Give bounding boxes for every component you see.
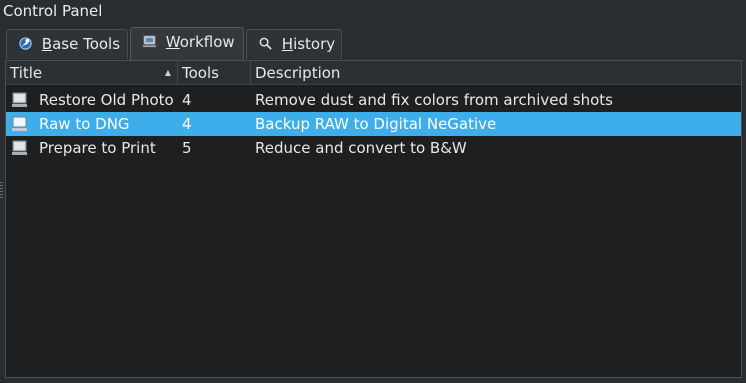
tab-history-label: History bbox=[281, 35, 336, 53]
workflow-icon bbox=[12, 116, 27, 131]
table-row[interactable]: Raw to DNG 4 Backup RAW to Digital NeGat… bbox=[6, 112, 741, 136]
column-header-title-label: Title bbox=[10, 64, 43, 82]
row-description: Backup RAW to Digital NeGative bbox=[255, 115, 497, 133]
row-description: Remove dust and fix colors from archived… bbox=[255, 91, 613, 109]
workflow-icon bbox=[142, 35, 157, 48]
panel-title: Control Panel bbox=[0, 0, 746, 24]
workflow-icon bbox=[12, 92, 27, 107]
row-tools: 4 bbox=[182, 115, 192, 133]
base-tools-icon bbox=[19, 37, 32, 50]
row-tools: 4 bbox=[182, 91, 192, 109]
column-header-description-label: Description bbox=[255, 64, 341, 82]
row-tools: 5 bbox=[182, 139, 192, 157]
row-title: Restore Old Photo bbox=[39, 91, 174, 109]
column-header-title[interactable]: Title ▲ bbox=[6, 61, 178, 85]
row-title: Prepare to Print bbox=[39, 139, 156, 157]
workflow-icon bbox=[12, 140, 27, 155]
workflow-list-view[interactable]: Title ▲ Tools Description Restore Old Ph… bbox=[5, 60, 742, 378]
tab-history[interactable]: History bbox=[246, 29, 342, 59]
splitter-handle[interactable] bbox=[0, 182, 3, 198]
tab-workflow-label: Workflow bbox=[165, 33, 235, 51]
tab-workflow[interactable]: Workflow bbox=[130, 27, 244, 60]
table-row[interactable]: Prepare to Print 5 Reduce and convert to… bbox=[6, 136, 741, 160]
table-header: Title ▲ Tools Description bbox=[6, 61, 741, 85]
column-header-description[interactable]: Description bbox=[251, 61, 741, 85]
table-row[interactable]: Restore Old Photo 4 Remove dust and fix … bbox=[6, 88, 741, 112]
sort-ascending-icon: ▲ bbox=[164, 68, 171, 77]
column-header-tools[interactable]: Tools bbox=[178, 61, 251, 85]
tab-base-tools-label: Base Tools bbox=[41, 35, 121, 53]
tab-bar: Base Tools Workflow History bbox=[0, 26, 746, 60]
row-title: Raw to DNG bbox=[39, 115, 130, 133]
column-header-tools-label: Tools bbox=[182, 64, 219, 82]
tab-base-tools[interactable]: Base Tools bbox=[6, 29, 128, 59]
row-description: Reduce and convert to B&W bbox=[255, 139, 467, 157]
search-icon bbox=[259, 37, 272, 50]
